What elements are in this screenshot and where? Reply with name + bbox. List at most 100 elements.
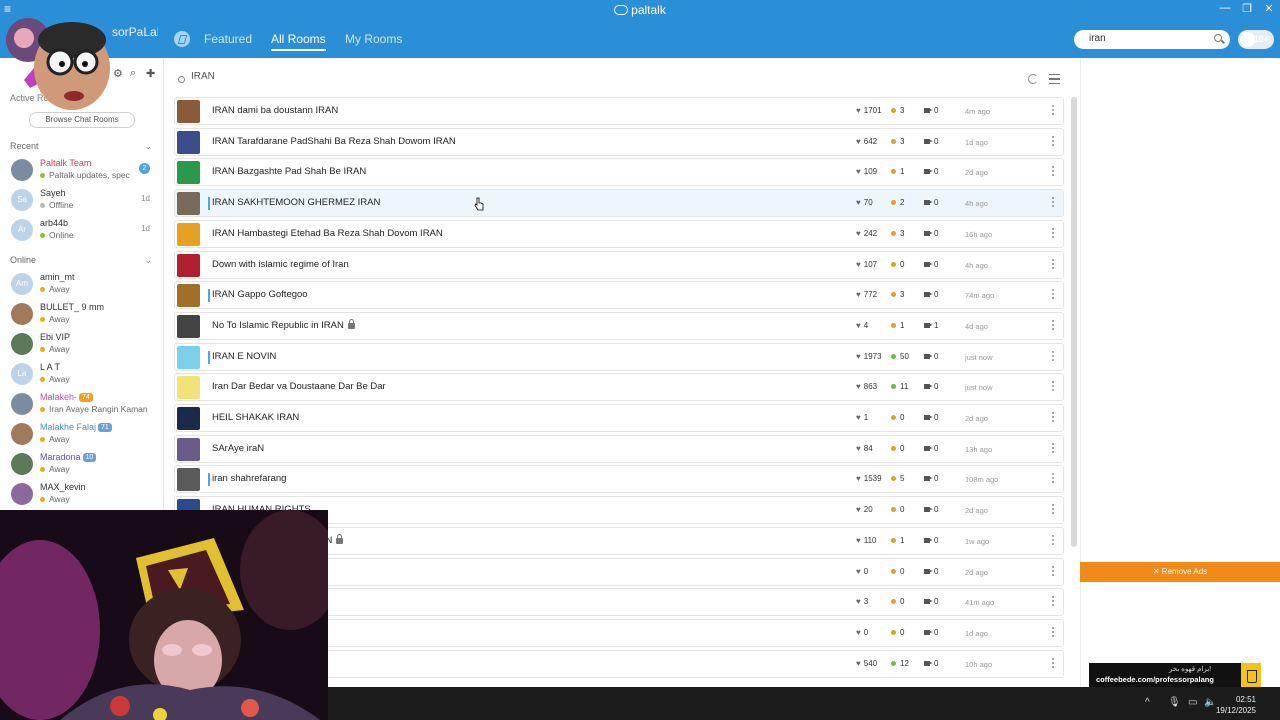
room-name[interactable]: IRAN E NOVIN bbox=[212, 351, 276, 362]
filter-settings-icon[interactable] bbox=[1049, 74, 1060, 84]
room-name[interactable]: Iran Dar Bedar va Doustaane Dar Be Dar bbox=[212, 381, 386, 392]
room-thumbnail[interactable] bbox=[177, 100, 200, 123]
microphone-icon[interactable]: 🎙 bbox=[1168, 697, 1181, 708]
room-row[interactable]: IRAN SAKHTEMOON GHERMEZ IRAN ♥ 70 2 0 4h ago bbox=[174, 189, 1064, 218]
more-options-icon[interactable] bbox=[1052, 565, 1055, 578]
search-icon[interactable] bbox=[1214, 34, 1222, 42]
contact-avatar[interactable]: Ar bbox=[11, 219, 33, 241]
contact-avatar[interactable] bbox=[11, 393, 33, 415]
contact-avatar[interactable] bbox=[11, 483, 33, 505]
network-icon[interactable]: ▭ bbox=[1188, 697, 1197, 708]
room-row[interactable]: IRAN E NOVIN ♥ 1973 50 0 just now bbox=[174, 342, 1064, 371]
more-options-icon[interactable] bbox=[1052, 197, 1055, 209]
more-options-icon[interactable] bbox=[1052, 626, 1055, 639]
user-avatar-image[interactable] bbox=[6, 10, 110, 112]
volume-icon[interactable]: 🔈 bbox=[1204, 697, 1216, 708]
room-thumbnail[interactable] bbox=[177, 222, 200, 246]
browse-chat-rooms-button[interactable]: Browse Chat Rooms bbox=[29, 112, 135, 128]
gear-icon[interactable]: ⚙ bbox=[113, 67, 123, 80]
contact-avatar[interactable]: Sa bbox=[11, 189, 33, 211]
paltalk-home-icon[interactable] bbox=[174, 31, 190, 47]
room-thumbnail[interactable] bbox=[177, 161, 200, 185]
recent-section-header[interactable]: Recent ⌄ bbox=[10, 141, 152, 151]
contact-item[interactable]: MAX_kevin Away bbox=[0, 480, 163, 510]
tab-featured[interactable]: Featured bbox=[204, 32, 252, 46]
room-thumbnail[interactable] bbox=[177, 192, 200, 216]
contact-avatar[interactable]: La bbox=[11, 363, 33, 385]
room-list-scrollbar[interactable] bbox=[1071, 97, 1077, 547]
contact-item[interactable]: Ar arb44b Online 1d bbox=[0, 216, 163, 246]
minimize-button[interactable]: — bbox=[1214, 2, 1236, 14]
more-options-icon[interactable] bbox=[1052, 350, 1055, 363]
room-name[interactable]: IRAN Hambastegi Etehad Ba Reza Shah Dovo… bbox=[212, 228, 443, 239]
room-thumbnail[interactable] bbox=[177, 468, 200, 492]
room-row[interactable]: HEIL SHAKAK IRAN ♥ 1 0 0 2d ago bbox=[174, 404, 1064, 432]
room-search-input[interactable]: iran bbox=[1074, 30, 1230, 49]
room-row[interactable]: SArAye iraN ♥ 84 0 0 13h ago bbox=[174, 434, 1064, 463]
room-thumbnail[interactable] bbox=[177, 253, 200, 277]
contact-avatar[interactable] bbox=[11, 333, 33, 355]
contact-avatar[interactable]: Am bbox=[11, 273, 33, 295]
room-thumbnail[interactable] bbox=[177, 407, 200, 430]
more-options-icon[interactable] bbox=[1052, 166, 1055, 178]
more-options-icon[interactable] bbox=[1052, 381, 1055, 393]
contact-item[interactable]: Ebi VIP Away bbox=[0, 330, 163, 360]
more-options-icon[interactable] bbox=[1052, 504, 1055, 516]
taskbar-clock[interactable]: 02:51 19/12/2025 bbox=[1216, 694, 1256, 716]
more-options-icon[interactable] bbox=[1052, 319, 1055, 332]
online-section-header[interactable]: Online ⌄ bbox=[10, 255, 152, 265]
tab-all-rooms[interactable]: All Rooms bbox=[271, 32, 326, 51]
room-name[interactable]: iran shahrefarang bbox=[212, 473, 286, 484]
room-row[interactable]: Down with islamic regime of Iran ♥ 107 0 0 4h… bbox=[174, 250, 1064, 279]
room-name[interactable]: IRAN Tarafdarane PadShahi Ba Reza Shah D… bbox=[212, 136, 456, 147]
contact-item[interactable]: La L A T Away bbox=[0, 360, 163, 390]
room-thumbnail[interactable] bbox=[177, 284, 200, 308]
more-options-icon[interactable] bbox=[1052, 534, 1055, 547]
maximize-button[interactable]: ❐ bbox=[1236, 2, 1258, 15]
room-row[interactable]: iran shahrefarang ♥ 1539 5 0 108m ago bbox=[174, 465, 1064, 494]
contact-item[interactable]: Malakeh- 74 Iran Avaye Rangin Kaman bbox=[0, 390, 163, 420]
add-contact-icon[interactable]: ✚ bbox=[146, 67, 155, 80]
room-name[interactable]: IRAN dami ba doustann IRAN bbox=[212, 105, 338, 116]
contact-avatar[interactable] bbox=[11, 423, 33, 445]
room-row[interactable]: IRAN Bazgashte Pad Shah Be IRAN ♥ 109 1 0 2d … bbox=[174, 158, 1064, 187]
contact-avatar[interactable] bbox=[11, 303, 33, 325]
adult-content-toggle[interactable]: 18+ bbox=[1238, 30, 1274, 49]
contact-item[interactable]: Malakhe Falaj 71 Away bbox=[0, 420, 163, 450]
room-row[interactable]: No To Islamic Republic in IRAN ♥ 4 1 1 4d ago bbox=[174, 311, 1064, 340]
room-thumbnail[interactable] bbox=[177, 130, 200, 154]
more-options-icon[interactable] bbox=[1052, 412, 1055, 424]
contact-item[interactable]: Paltalk Team Paltalk updates, spec 2 bbox=[0, 156, 163, 186]
chevron-down-icon[interactable]: ⌄ bbox=[144, 141, 152, 152]
contact-item[interactable]: BULLET_ 9 mm Away bbox=[0, 300, 163, 330]
room-thumbnail[interactable] bbox=[177, 314, 200, 338]
more-options-icon[interactable] bbox=[1052, 657, 1055, 670]
room-name[interactable]: IRAN Gappo Goftegoo bbox=[212, 289, 308, 300]
more-options-icon[interactable] bbox=[1052, 289, 1055, 301]
more-options-icon[interactable] bbox=[1052, 442, 1055, 455]
room-name[interactable]: Down with islamic regime of Iran bbox=[212, 259, 349, 270]
more-options-icon[interactable] bbox=[1052, 473, 1055, 485]
contact-item[interactable]: Maradona 10 Away bbox=[0, 450, 163, 480]
room-row[interactable]: IRAN Hambastegi Etehad Ba Reza Shah Dovo… bbox=[174, 219, 1064, 248]
room-row[interactable]: IRAN Gappo Goftegoo ♥ 772 3 0 74m ago bbox=[174, 281, 1064, 310]
room-name[interactable]: HEIL SHAKAK IRAN bbox=[212, 412, 299, 423]
contact-item[interactable]: Sa Sayeh Offline 1d bbox=[0, 186, 163, 216]
room-name[interactable]: SArAye iraN bbox=[212, 443, 264, 454]
room-row[interactable]: Iran Dar Bedar va Doustaane Dar Be Dar ♥ 8… bbox=[174, 373, 1064, 402]
more-options-icon[interactable] bbox=[1052, 258, 1055, 271]
room-thumbnail[interactable] bbox=[177, 376, 200, 400]
ad-banner[interactable]: برام قهوه بخر! coffeebede.com/professorp… bbox=[1089, 663, 1261, 689]
contact-avatar[interactable] bbox=[11, 453, 33, 475]
close-button[interactable]: ✕ bbox=[1258, 2, 1280, 15]
user-display-name[interactable]: sorPaLaNg bbox=[112, 25, 158, 39]
remove-ads-button[interactable]: ✕ Remove Ads bbox=[1080, 562, 1280, 582]
contact-avatar[interactable] bbox=[11, 159, 33, 181]
more-options-icon[interactable] bbox=[1052, 105, 1055, 117]
room-thumbnail[interactable] bbox=[177, 437, 200, 461]
room-thumbnail[interactable] bbox=[177, 345, 200, 369]
refresh-icon[interactable] bbox=[1028, 74, 1038, 84]
room-name[interactable]: IRAN SAKHTEMOON GHERMEZ IRAN bbox=[212, 197, 380, 208]
tab-my-rooms[interactable]: My Rooms bbox=[345, 32, 402, 46]
chevron-down-icon[interactable]: ⌄ bbox=[144, 255, 152, 266]
